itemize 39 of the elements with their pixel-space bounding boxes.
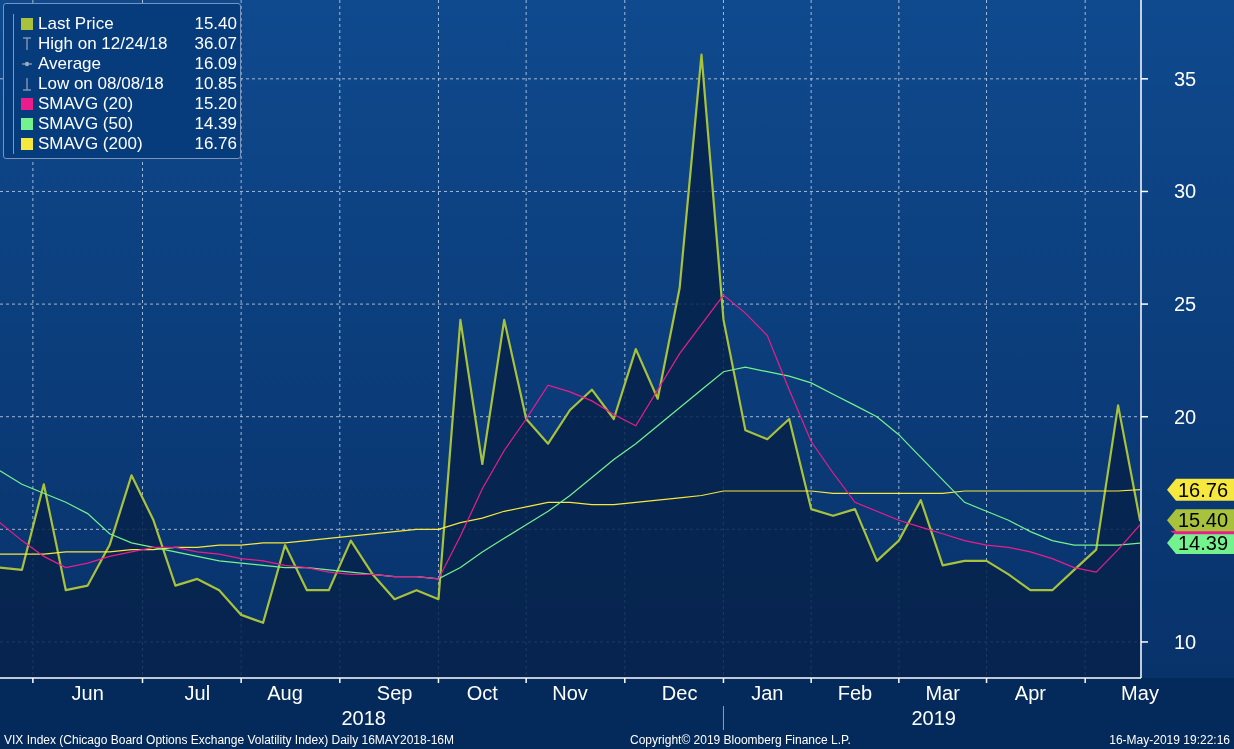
axis-label: 10 [1174, 630, 1197, 653]
legend-label: Average [38, 54, 101, 74]
chart-description: VIX Index (Chicago Board Options Exchange Volatility Index) Daily 16MAY2018-16M [4, 732, 455, 747]
legend-label: SMAVG (200) [38, 134, 143, 154]
legend-label: SMAVG (20) [38, 94, 134, 114]
legend-label: High on 12/24/18 [38, 34, 168, 54]
year-label: 2018 [341, 707, 386, 729]
month-label: Nov [552, 682, 588, 704]
bar-marker-icon [21, 36, 33, 52]
month-label: Mar [925, 682, 960, 704]
month-label: May [1121, 682, 1159, 704]
month-label: Jul [184, 682, 211, 704]
legend-label: Last Price [38, 14, 114, 34]
year-label: 2019 [911, 707, 956, 729]
axis-label: 20 [1174, 405, 1197, 428]
legend-label: SMAVG (50) [38, 114, 134, 134]
legend-value: 15.40 [194, 14, 237, 34]
legend-value: 14.39 [194, 114, 237, 134]
legend-label: Low on 08/08/18 [38, 74, 164, 94]
month-label: Jan [751, 682, 784, 704]
timestamp: 16-May-2019 19:22:16 [1109, 732, 1230, 747]
legend-value: 10.85 [194, 74, 237, 94]
axis-label: 30 [1174, 180, 1197, 203]
month-label: Sep [376, 682, 413, 704]
month-label: Oct [466, 682, 498, 704]
month-label: Apr [1014, 682, 1046, 704]
copyright-text: Copyright© 2019 Bloomberg Finance L.P. [630, 732, 851, 747]
month-label: Feb [837, 682, 873, 704]
legend-value: 16.76 [194, 134, 237, 154]
axis-label: 35 [1174, 67, 1197, 90]
value-tag: 15.40 [1167, 509, 1234, 532]
legend-value: 36.07 [194, 34, 237, 54]
legend-value: 15.20 [194, 94, 237, 114]
month-label: Aug [267, 682, 303, 704]
month-label: Dec [661, 682, 698, 704]
bar-marker-icon [21, 76, 33, 92]
legend-value: 16.09 [194, 54, 237, 74]
month-label: Jun [71, 682, 104, 704]
axis-label: 25 [1174, 293, 1197, 316]
